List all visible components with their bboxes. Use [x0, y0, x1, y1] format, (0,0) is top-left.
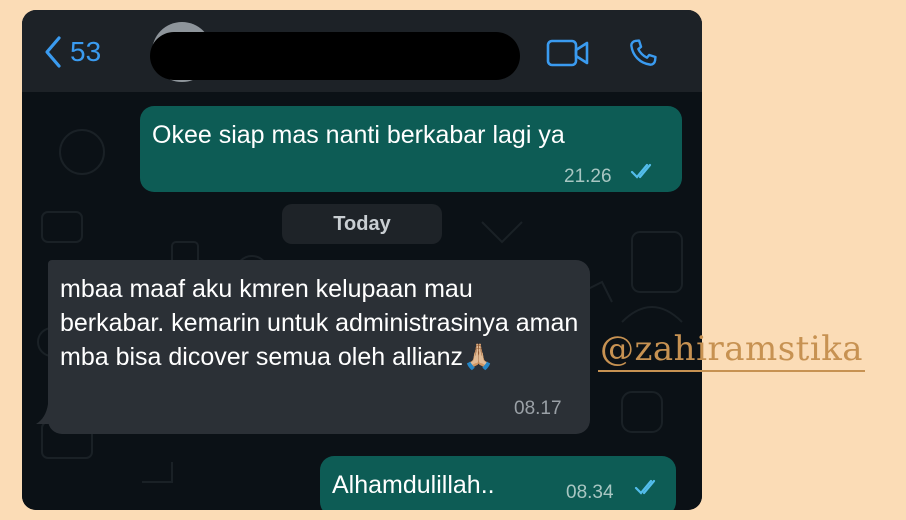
video-call-icon	[546, 39, 589, 67]
unread-count: 53	[70, 36, 102, 67]
chat-screen: 53 Okee siap mas nanti berkabar lagi ya …	[22, 10, 702, 510]
day-separator: Today	[282, 204, 442, 244]
message-bubble-incoming[interactable]: mbaa maaf aku kmren kelupaan mau berkaba…	[48, 260, 590, 434]
chat-header: 53	[22, 10, 702, 92]
double-check-icon	[634, 479, 656, 495]
voice-call-button[interactable]	[626, 36, 660, 75]
double-check-icon	[630, 163, 652, 179]
message-text: mbaa maaf aku kmren kelupaan mau berkaba…	[60, 272, 580, 374]
back-button[interactable]: 53	[44, 32, 101, 72]
phone-icon	[630, 39, 657, 66]
folded-hands-emoji: 🙏🏼	[463, 343, 495, 371]
message-time: 08.34	[566, 482, 614, 503]
message-time: 08.17	[514, 398, 562, 419]
contact-name-redacted[interactable]	[150, 32, 520, 80]
message-bubble-outgoing[interactable]: Okee siap mas nanti berkabar lagi ya 21.…	[140, 106, 682, 192]
chevron-left-icon	[45, 36, 61, 68]
message-body: mbaa maaf aku kmren kelupaan mau berkaba…	[60, 275, 579, 371]
message-time: 21.26	[564, 166, 612, 187]
message-list[interactable]: Okee siap mas nanti berkabar lagi ya 21.…	[22, 92, 702, 510]
message-text: Alhamdulillah..	[332, 471, 495, 499]
watermark-handle: @zahiramstika	[598, 330, 866, 372]
video-call-button[interactable]	[546, 38, 590, 73]
message-text: Okee siap mas nanti berkabar lagi ya	[152, 121, 565, 149]
message-bubble-outgoing[interactable]: Alhamdulillah.. 08.34	[320, 456, 676, 510]
